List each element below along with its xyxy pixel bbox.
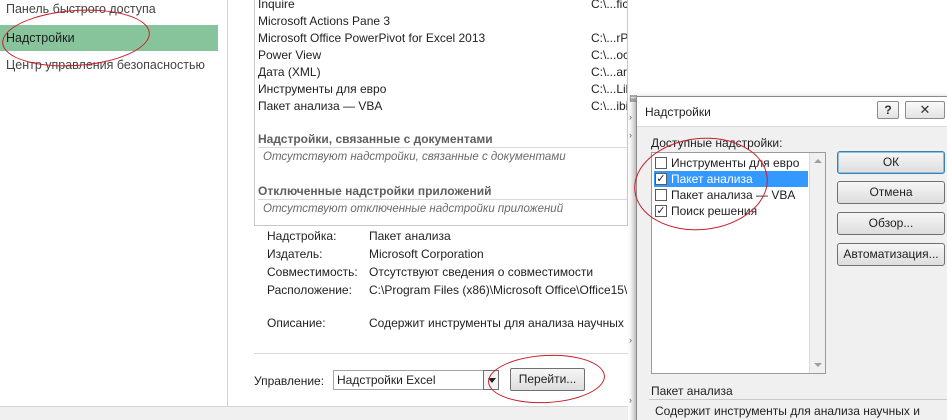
addin-item-label: Поиск решения [671, 204, 758, 218]
addin-location: C:\...Lil [591, 82, 628, 96]
addin-item-solver[interactable]: ✓ Поиск решения [654, 203, 808, 219]
list-scrollbar[interactable] [809, 153, 825, 373]
checkbox[interactable]: ✓ [655, 205, 667, 217]
addin-location: C:\...rPivotE [591, 31, 628, 45]
help-button[interactable]: ? [877, 101, 899, 119]
group-header-document-addins: Надстройки, связанные с документами [258, 132, 493, 146]
addin-item-analysis-toolpak[interactable]: ✓ Пакет анализа [654, 171, 808, 187]
addin-row[interactable]: Инструменты для евро [258, 81, 386, 98]
group-divider [258, 147, 627, 148]
addin-row[interactable]: Inquire [258, 0, 295, 13]
detail-description-label: Описание: [267, 316, 326, 330]
addin-item-euro-tools[interactable]: Инструменты для евро [654, 155, 808, 171]
addin-location: C:\...ared\Sr [591, 65, 628, 79]
addin-location: C:\...ocRepc [591, 48, 627, 62]
addin-item-label: Инструменты для евро [671, 156, 800, 170]
nav-item-quick-access-toolbar[interactable]: Панель быстрого доступа [0, 0, 218, 22]
close-button[interactable]: ✕ [905, 101, 945, 119]
detail-addin-label: Надстройка: [267, 229, 337, 243]
addin-row[interactable]: Дата (XML) [258, 64, 321, 81]
detail-addin-value: Пакет анализа [369, 229, 451, 243]
automation-button[interactable]: Автоматизация... [837, 243, 945, 266]
addin-item-analysis-toolpak-vba[interactable]: Пакет анализа — VBA [654, 187, 808, 203]
detail-location-value: C:\Program Files (x86)\Microsoft Office\… [369, 283, 627, 297]
group-divider [258, 199, 627, 200]
dialog-titlebar[interactable]: Надстройки ? ✕ [637, 97, 947, 127]
addin-row[interactable]: Пакет анализа — VBA [258, 98, 382, 115]
detail-publisher-value: Microsoft Corporation [369, 247, 484, 261]
checkbox[interactable]: ✓ [655, 173, 667, 185]
addin-location: C:\...ibi [591, 99, 628, 113]
addin-row[interactable]: Power View [258, 47, 321, 64]
available-addins-list: Инструменты для евро ✓ Пакет анализа Пак… [651, 152, 826, 374]
manage-divider [254, 353, 628, 354]
description-divider [649, 399, 947, 400]
addin-location: C:\...fice15\l [591, 0, 628, 11]
checkbox[interactable] [655, 157, 667, 169]
nav-item-trust-center[interactable]: Центр управления безопасностью [0, 52, 218, 78]
bottom-strip [0, 406, 640, 420]
nav-item-addins[interactable]: Надстройки [0, 25, 218, 51]
dialog-title: Надстройки [645, 105, 711, 119]
available-addins-label: Доступные надстройки: [651, 136, 783, 150]
addin-row[interactable]: Microsoft Actions Pane 3 [258, 13, 390, 30]
manage-select[interactable]: Надстройки Excel [333, 370, 499, 390]
addins-panel: Inquire C:\...fice15\l Microsoft Actions… [228, 0, 628, 420]
description-title: Пакет анализа [651, 384, 733, 398]
group-empty-document-addins: Отсутствуют надстройки, связанные с доку… [263, 151, 566, 163]
addin-item-label: Пакет анализа [671, 172, 753, 186]
manage-select-value: Надстройки Excel [337, 373, 436, 387]
ok-button[interactable]: ОК [837, 151, 945, 174]
description-text: Содержит инструменты для анализа научных… [655, 404, 920, 418]
detail-location-label: Расположение: [267, 283, 352, 297]
manage-label: Управление: [254, 374, 325, 388]
addins-list: Inquire C:\...fice15\l Microsoft Actions… [254, 0, 628, 226]
addin-row[interactable]: Microsoft Office PowerPivot for Excel 20… [258, 30, 485, 47]
addins-dialog: Надстройки ? ✕ Доступные надстройки: Инс… [636, 96, 947, 420]
addin-item-label: Пакет анализа — VBA [671, 188, 796, 202]
go-button[interactable]: Перейти... [510, 368, 585, 391]
detail-compat-label: Совместимость: [267, 265, 358, 279]
detail-description-value: Содержит инструменты для анализа научных… [369, 316, 627, 330]
cancel-button[interactable]: Отмена [837, 181, 945, 204]
checkbox[interactable] [655, 189, 667, 201]
group-empty-disabled-addins: Отсутствуют отключенные надстройки прило… [263, 203, 564, 215]
options-navigation: Панель быстрого доступа Надстройки Центр… [0, 0, 228, 406]
scroll-up-icon[interactable] [810, 153, 825, 169]
chevron-down-icon[interactable] [483, 370, 499, 390]
scroll-down-icon[interactable] [810, 357, 825, 373]
detail-publisher-label: Издатель: [267, 247, 323, 261]
detail-compat-value: Отсутствуют сведения о совместимости [369, 265, 594, 279]
group-header-disabled-addins: Отключенные надстройки приложений [258, 184, 492, 198]
browse-button[interactable]: Обзор... [837, 212, 945, 235]
